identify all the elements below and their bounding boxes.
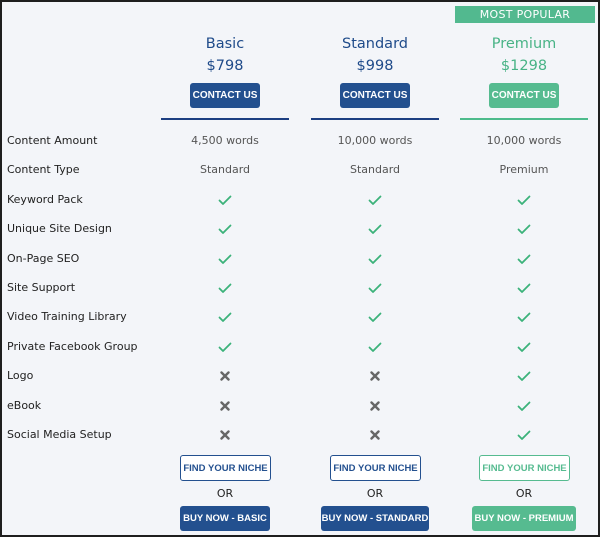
plan-price: $1298 [500,58,548,74]
or-separator: OR [216,487,234,500]
feature-label: On-Page SEO [7,252,80,265]
find-your-niche-button[interactable]: FIND YOUR NICHE [330,455,421,481]
cross-icon [161,425,289,445]
feature-label: Private Facebook Group [7,340,138,353]
feature-label: Logo [7,369,34,382]
check-icon [460,219,588,239]
plan-divider [161,118,289,120]
find-your-niche-button[interactable]: FIND YOUR NICHE [479,455,570,481]
feature-label: eBook [7,399,42,412]
plan-divider [460,118,588,120]
cross-icon [161,396,289,416]
or-separator: OR [366,487,384,500]
check-icon [460,190,588,210]
check-icon [311,190,439,210]
plan-name: Basic [205,36,245,52]
check-icon [460,337,588,357]
buy-now-basic-button[interactable]: BUY NOW - BASIC [180,506,270,531]
check-icon [460,307,588,327]
feature-value: Standard [349,163,401,176]
feature-label: Keyword Pack [7,193,83,206]
plan-name: Premium [491,36,557,52]
pricing-table: MOST POPULAR Basic $798 CONTACT US FIND … [2,2,598,535]
check-icon [161,278,289,298]
check-icon [161,219,289,239]
most-popular-badge: MOST POPULAR [455,6,595,23]
check-icon [460,249,588,269]
feature-value: Standard [199,163,251,176]
check-icon [460,425,588,445]
check-icon [311,249,439,269]
feature-value: Premium [499,163,549,176]
check-icon [161,249,289,269]
check-icon [460,278,588,298]
feature-label: Social Media Setup [7,428,112,441]
cross-icon [161,366,289,386]
check-icon [161,190,289,210]
feature-value: 10,000 words [337,134,413,147]
cross-icon [311,396,439,416]
check-icon [161,337,289,357]
feature-label: Site Support [7,281,76,294]
feature-value: 10,000 words [486,134,562,147]
contact-us-button[interactable]: CONTACT US [340,83,410,108]
check-icon [311,219,439,239]
feature-label: Video Training Library [7,310,127,323]
check-icon [311,337,439,357]
check-icon [161,307,289,327]
check-icon [460,366,588,386]
contact-us-button[interactable]: CONTACT US [489,83,559,108]
plan-divider [311,118,439,120]
cross-icon [311,425,439,445]
feature-label: Content Amount [7,134,98,147]
find-your-niche-button[interactable]: FIND YOUR NICHE [180,455,271,481]
plan-price: $998 [356,58,394,74]
feature-label: Unique Site Design [7,222,112,235]
check-icon [460,396,588,416]
buy-now-premium-button[interactable]: BUY NOW - PREMIUM [472,506,576,531]
or-separator: OR [515,487,533,500]
check-icon [311,307,439,327]
contact-us-button[interactable]: CONTACT US [190,83,260,108]
check-icon [311,278,439,298]
plan-price: $798 [206,58,244,74]
plan-name: Standard [342,36,408,52]
feature-value: 4,500 words [191,134,259,147]
cross-icon [311,366,439,386]
feature-label: Content Type [7,163,80,176]
buy-now-standard-button[interactable]: BUY NOW - STANDARD [321,506,429,531]
